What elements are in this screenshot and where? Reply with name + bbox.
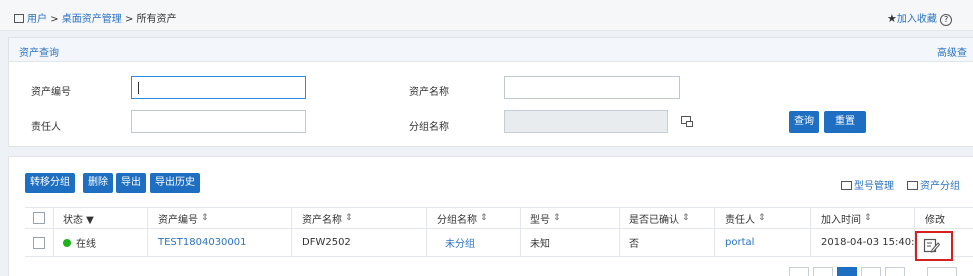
search-button[interactable]: 查询 [789, 111, 819, 133]
column-asset-name[interactable]: 资产名称 ⇕ [302, 208, 353, 228]
move-group-button[interactable]: 转移分组 [25, 173, 75, 193]
status-text: 在线 [76, 239, 96, 250]
column-asset-name-label: 资产名称 [302, 214, 342, 226]
pager-next[interactable] [861, 267, 881, 276]
breadcrumb-home[interactable]: 用户 [27, 14, 47, 25]
sort-icon: ⇕ [864, 213, 872, 223]
query-panel-header: 资产查询 高级查 [9, 38, 973, 62]
breadcrumb-section[interactable]: 桌面资产管理 [62, 14, 122, 25]
column-added-time[interactable]: 加入时间 ⇕ [821, 208, 872, 228]
column-group-name-label: 分组名称 [437, 214, 477, 226]
pager-last[interactable] [885, 267, 905, 276]
query-panel-title: 资产查询 [19, 48, 59, 59]
model-management-link[interactable]: 型号管理 [841, 177, 894, 192]
table-row: 在线 TEST1804030001 DFW2502 未分组 未知 否 porta… [25, 229, 973, 257]
group-name-link[interactable]: 未分组 [445, 229, 475, 256]
pager-prev[interactable] [813, 267, 833, 276]
breadcrumb-separator: > [50, 14, 59, 25]
column-edit: 修改 [925, 214, 945, 226]
sort-icon: ⇕ [201, 213, 209, 223]
asset-no-link[interactable]: TEST1804030001 [158, 229, 247, 256]
breadcrumb-separator: > [124, 14, 134, 25]
column-asset-no[interactable]: 资产编号 ⇕ [158, 208, 209, 228]
asset-group-label: 资产分组 [920, 181, 960, 192]
group-name-label: 分组名称 [409, 122, 449, 133]
asset-group-link[interactable]: 资产分组 [907, 177, 960, 192]
asset-name-cell: DFW2502 [302, 237, 351, 248]
export-button[interactable]: 导出 [116, 173, 146, 193]
edit-icon [923, 238, 941, 253]
asset-name-label: 资产名称 [409, 87, 449, 98]
asset-query-panel: 资产查询 高级查 资产编号 资产名称 责任人 分组名称 查询 重置 [8, 37, 973, 147]
column-owner[interactable]: 责任人 ⇕ [725, 208, 766, 228]
column-model[interactable]: 型号 ⇕ [530, 208, 561, 228]
status-cell: 在线 [63, 229, 96, 256]
column-status[interactable]: 状态 ▼ [63, 208, 94, 228]
sort-icon: ⇕ [758, 213, 766, 223]
help-icon[interactable]: ? [940, 14, 953, 26]
column-confirmed-label: 是否已确认 [629, 214, 679, 226]
export-history-button[interactable]: 导出历史 [150, 173, 200, 193]
pager-first[interactable] [789, 267, 809, 276]
table-header: 状态 ▼ 资产编号 ⇕ 资产名称 ⇕ 分组名称 ⇕ 型号 ⇕ 是否已确认 ⇕ 责任人 ⇕ 加… [25, 207, 973, 229]
sort-icon: ⇕ [682, 213, 690, 223]
group-name-input [504, 110, 668, 133]
reset-button[interactable]: 重置 [824, 111, 866, 133]
select-all-checkbox[interactable] [33, 208, 45, 228]
added-time-cell: 2018-04-03 15:40:11 [821, 237, 928, 248]
confirmed-cell: 否 [629, 239, 639, 250]
column-group-name[interactable]: 分组名称 ⇕ [437, 208, 488, 228]
online-status-icon [63, 238, 71, 247]
add-favorite-link[interactable]: ★加入收藏 ? [887, 10, 953, 26]
sort-icon: ⇕ [480, 213, 488, 223]
owner-input[interactable] [131, 110, 306, 133]
text-cursor [138, 82, 139, 94]
model-management-label: 型号管理 [854, 181, 894, 192]
asset-list-panel: 转移分组 删除 导出 导出历史 型号管理 资产分组 状态 ▼ 资产编号 ⇕ 资产名… [8, 156, 973, 276]
owner-link[interactable]: portal [725, 229, 754, 256]
column-model-label: 型号 [530, 214, 550, 226]
row-checkbox[interactable] [33, 229, 45, 256]
sort-icon: ⇕ [553, 213, 561, 223]
top-bar: 用户 > 桌面资产管理 > 所有资产 ★加入收藏 ? [0, 0, 973, 31]
breadcrumb-current: 所有资产 [136, 14, 177, 25]
add-favorite-label: 加入收藏 [896, 14, 937, 25]
column-owner-label: 责任人 [725, 214, 755, 226]
pager-current[interactable] [837, 267, 857, 276]
column-added-time-label: 加入时间 [821, 214, 861, 226]
select-group-icon[interactable] [681, 116, 695, 128]
owner-label: 责任人 [31, 122, 61, 133]
column-asset-no-label: 资产编号 [158, 214, 198, 226]
asset-name-input[interactable] [504, 76, 680, 99]
window-icon [14, 14, 24, 23]
delete-button[interactable]: 删除 [83, 173, 113, 193]
asset-no-label: 资产编号 [31, 87, 71, 98]
asset-no-input[interactable] [131, 76, 306, 99]
page-size-select[interactable] [927, 267, 957, 276]
advanced-query-link[interactable]: 高级查 [937, 44, 967, 59]
group-icon [907, 181, 918, 190]
column-confirmed[interactable]: 是否已确认 ⇕ [629, 208, 690, 228]
breadcrumb: 用户 > 桌面资产管理 > 所有资产 [14, 10, 177, 25]
model-icon [841, 181, 852, 190]
sort-icon: ⇕ [345, 213, 353, 223]
star-icon: ★ [887, 12, 897, 25]
edit-button[interactable] [915, 231, 953, 261]
model-cell: 未知 [530, 239, 550, 250]
